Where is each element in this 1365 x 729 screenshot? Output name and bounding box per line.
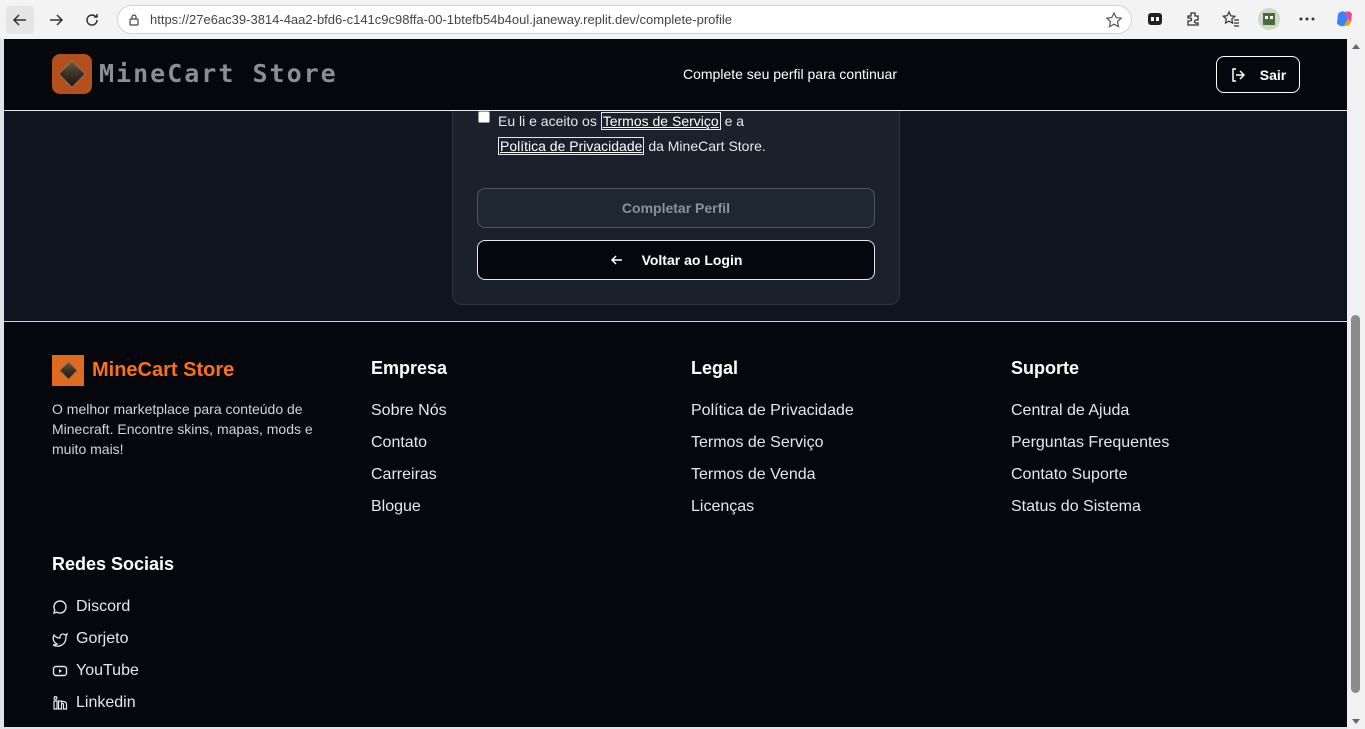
footer-link-system-status[interactable]: Status do Sistema	[1011, 497, 1169, 529]
arrow-left-icon	[12, 13, 26, 26]
favorite-star-icon[interactable]	[1105, 11, 1123, 34]
footer-logo[interactable]	[52, 355, 84, 386]
reload-icon	[86, 13, 98, 26]
social-label: YouTube	[76, 662, 139, 679]
page-scrollbar[interactable]	[1347, 39, 1365, 729]
terms-of-service-link[interactable]: Termos de Serviço	[600, 112, 721, 130]
site-info-icon[interactable]	[126, 12, 142, 28]
footer-column-company: Empresa Sobre Nós Contato Carreiras Blog…	[371, 358, 447, 529]
social-title: Redes Sociais	[52, 554, 175, 574]
minecart-cube-icon	[58, 360, 78, 381]
footer-column-legal: Legal Política de Privacidade Termos de …	[691, 358, 854, 529]
social-link-youtube[interactable]: YouTube	[52, 661, 174, 693]
complete-profile-label: Completar Perfil	[621, 200, 731, 216]
footer-link-careers[interactable]: Carreiras	[371, 465, 447, 497]
terms-checkbox[interactable]	[478, 111, 490, 123]
twitter-icon	[52, 632, 68, 647]
footer-link-licenses[interactable]: Licenças	[691, 497, 854, 529]
social-link-discord[interactable]: Discord	[52, 597, 174, 629]
social-label: Linkedin	[76, 694, 136, 711]
scroll-up-arrow-icon[interactable]	[1352, 44, 1360, 49]
forward-button[interactable]	[42, 6, 70, 34]
terms-text: Eu li e aceito os Termos de Serviço e a …	[498, 109, 858, 159]
logout-label: Sair	[1259, 66, 1287, 83]
footer-link-contact[interactable]: Contato	[371, 433, 447, 465]
site-logo[interactable]	[52, 54, 92, 94]
linkedin-icon	[53, 696, 68, 710]
message-circle-icon	[53, 600, 67, 614]
back-to-login-button[interactable]: Voltar ao Login	[477, 240, 875, 280]
terms-suffix: da MineCart Store.	[648, 138, 766, 154]
footer-brand[interactable]: MineCart Store	[92, 359, 234, 382]
url-text: https://27e6ac39-3814-4aa2-bfd6-c141c9c9…	[150, 12, 733, 27]
footer-link-faq[interactable]: Perguntas Frequentes	[1011, 433, 1169, 465]
profile-form-card: Eu li e aceito os Termos de Serviço e a …	[452, 79, 900, 305]
favorites-icon[interactable]	[1219, 7, 1243, 31]
terms-prefix: Eu li e aceito os	[498, 113, 597, 129]
site-header: MineCart Store Complete seu perfil para …	[4, 39, 1347, 111]
profile-avatar[interactable]	[1257, 7, 1281, 31]
social-label: Gorjeto	[76, 630, 129, 647]
social-link-twitter[interactable]: Gorjeto	[52, 629, 174, 661]
social-link-linkedin[interactable]: Linkedin	[52, 693, 174, 725]
copilot-icon[interactable]	[1333, 7, 1357, 31]
footer-column-support: Suporte Central de Ajuda Perguntas Frequ…	[1011, 358, 1169, 529]
back-to-login-label: Voltar ao Login	[641, 252, 743, 268]
more-menu-icon[interactable]	[1295, 7, 1319, 31]
terms-and: e a	[724, 113, 745, 129]
footer-link-blog[interactable]: Blogue	[371, 497, 447, 529]
logout-icon	[1232, 67, 1245, 82]
site-brand[interactable]: MineCart Store	[99, 59, 338, 88]
footer-social: Redes Sociais Discord Gorjeto YouTube Li…	[52, 554, 174, 725]
footer-link-terms-service[interactable]: Termos de Serviço	[691, 433, 854, 465]
footer-description: O melhor marketplace para conteúdo de Mi…	[52, 401, 313, 457]
header-message: Complete seu perfil para continuar	[683, 66, 898, 82]
footer-link-about[interactable]: Sobre Nós	[371, 401, 447, 433]
social-label: Discord	[76, 598, 131, 615]
footer-link-support-contact[interactable]: Contato Suporte	[1011, 465, 1169, 497]
complete-profile-button[interactable]: Completar Perfil	[477, 188, 875, 228]
footer-link-terms-sale[interactable]: Termos de Venda	[691, 465, 854, 497]
site-footer: MineCart Store O melhor marketplace para…	[4, 321, 1347, 727]
footer-column-title: Empresa	[371, 358, 448, 378]
footer-link-privacy[interactable]: Política de Privacidade	[691, 401, 854, 433]
privacy-policy-link[interactable]: Política de Privacidade	[498, 137, 645, 155]
back-button[interactable]	[6, 5, 34, 34]
footer-column-title: Suporte	[1011, 358, 1080, 378]
arrow-left-icon	[610, 255, 622, 265]
footer-column-title: Legal	[691, 358, 739, 378]
scroll-down-arrow-icon[interactable]	[1352, 719, 1360, 724]
page-viewport: Eu li e aceito os Termos de Serviço e a …	[4, 39, 1347, 727]
minecart-cube-icon	[57, 59, 87, 89]
extensions-icon[interactable]	[1181, 7, 1205, 31]
arrow-right-icon	[50, 13, 64, 26]
scrollbar-thumb[interactable]	[1351, 315, 1360, 693]
footer-link-help-center[interactable]: Central de Ajuda	[1011, 401, 1169, 433]
address-bar[interactable]: https://27e6ac39-3814-4aa2-bfd6-c141c9c9…	[117, 5, 1132, 34]
split-screen-icon[interactable]	[1143, 7, 1167, 31]
reload-button[interactable]	[78, 6, 106, 34]
logout-button[interactable]: Sair	[1216, 56, 1300, 93]
browser-toolbar: https://27e6ac39-3814-4aa2-bfd6-c141c9c9…	[0, 0, 1365, 39]
youtube-icon	[52, 665, 68, 677]
